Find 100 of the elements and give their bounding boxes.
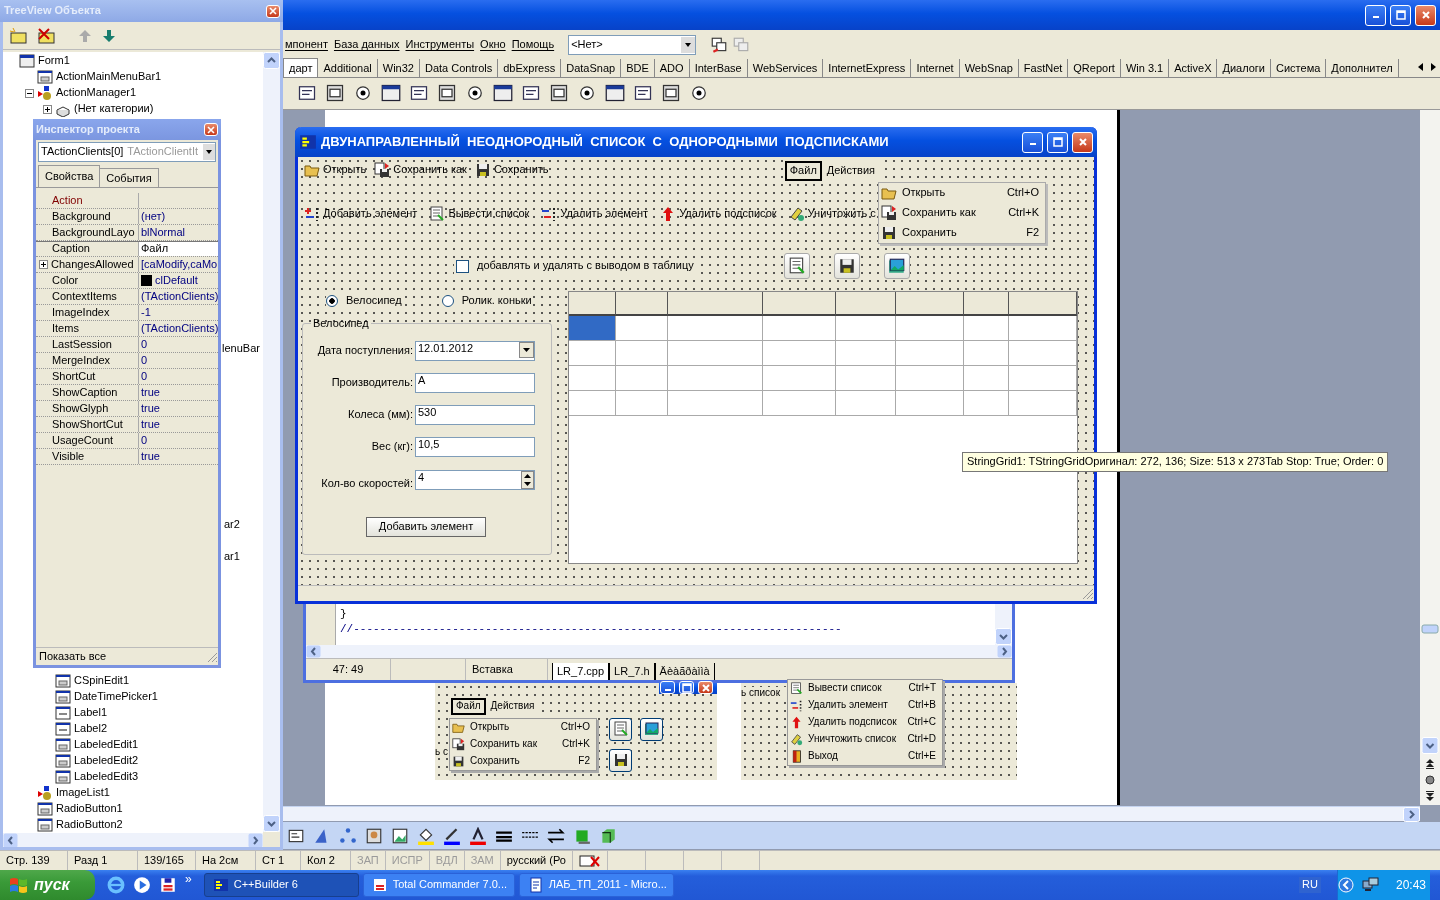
toolbar-button[interactable]: Сохранить как (372, 161, 469, 179)
fill-color-icon[interactable] (417, 826, 435, 845)
menu-item[interactable]: Окно (478, 38, 510, 52)
icon-button[interactable] (783, 253, 810, 279)
menu-item[interactable]: Помощь (509, 38, 559, 52)
menu-item[interactable]: Открыть Ctrl+O (450, 718, 596, 736)
tree-item[interactable]: Form1 (38, 54, 70, 68)
more-button[interactable]: » (185, 872, 192, 887)
tree-item[interactable]: LabeledEdit2 (74, 754, 139, 768)
grid-cell[interactable] (763, 391, 836, 416)
taskbar-button[interactable]: C++Builder 6 (203, 873, 359, 897)
property-row[interactable]: Visible true (36, 449, 218, 465)
palette-tab[interactable]: WebSnap (959, 59, 1019, 77)
input-field[interactable]: 10,5 (415, 437, 535, 458)
property-row[interactable]: ShortCut 0 (36, 369, 218, 385)
maximize-button[interactable] (1390, 4, 1411, 26)
property-row[interactable]: BackgroundLayo blNormal (36, 225, 218, 241)
tree-item[interactable]: RadioButton2 (56, 818, 123, 832)
expand-toggle[interactable] (39, 260, 48, 269)
line-color-icon[interactable] (443, 826, 461, 845)
grid-cell[interactable] (763, 341, 836, 366)
horizontal-scrollbar[interactable] (306, 645, 1012, 658)
tree-item[interactable]: CSpinEdit1 (74, 674, 130, 688)
close-button[interactable] (204, 123, 218, 136)
palette-tab[interactable]: Дополнител (1326, 59, 1399, 77)
close-button[interactable] (698, 681, 713, 694)
grid-cell[interactable] (668, 341, 763, 366)
combo-box[interactable]: <Нет> (568, 35, 697, 55)
icon-button[interactable] (609, 748, 632, 772)
scroll-right-icon[interactable] (1403, 807, 1420, 822)
property-row[interactable]: ShowCaption true (36, 385, 218, 401)
new-item-icon[interactable] (9, 26, 29, 45)
palette-tab[interactable]: InternetExpress (823, 59, 912, 77)
arrow-style-icon[interactable] (547, 826, 565, 845)
menu-item[interactable]: Уничтожить список Ctrl+D (788, 731, 942, 748)
spin-arrows-icon[interactable] (521, 471, 534, 490)
palette-tab[interactable]: Диалоги (1217, 59, 1271, 77)
menu-item[interactable]: Вывести список Ctrl+T (788, 680, 942, 697)
maximize-button[interactable] (679, 681, 694, 694)
property-row[interactable]: LastSession 0 (36, 337, 218, 353)
grid-cell[interactable] (1009, 366, 1077, 391)
tree-item[interactable]: ImageList1 (56, 786, 110, 800)
inspector-tab[interactable]: Свойства (38, 165, 101, 187)
three-d-icon[interactable] (599, 826, 617, 845)
component-icon[interactable] (577, 83, 597, 103)
previous-page-icon[interactable] (1424, 758, 1436, 770)
horizontal-scrollbar[interactable] (283, 806, 1420, 821)
scroll-right-icon[interactable] (248, 833, 263, 847)
language-indicator[interactable]: RU (1299, 877, 1321, 893)
icon-button[interactable] (833, 253, 860, 279)
property-row[interactable]: Background (нет) (36, 209, 218, 225)
horizontal-scrollbar[interactable] (3, 833, 263, 847)
vertical-scrollbar[interactable] (1420, 110, 1440, 805)
grid-cell[interactable] (763, 316, 836, 341)
tree-item[interactable]: ar1 (224, 550, 240, 564)
property-row[interactable]: Caption Файл (36, 241, 218, 257)
tree-item[interactable]: ActionManager1 (56, 86, 137, 100)
scroll-left-icon[interactable] (3, 833, 18, 847)
menu-item[interactable]: Открыть Ctrl+O (879, 183, 1045, 203)
palette-tab[interactable]: ActiveX (1169, 59, 1218, 77)
component-icon[interactable] (633, 83, 653, 103)
component-icon[interactable] (689, 83, 709, 103)
taskbar-button[interactable]: Total Commander 7.0... (362, 873, 515, 897)
scroll-down-icon[interactable] (995, 628, 1012, 645)
grid-cell[interactable] (1009, 341, 1077, 366)
property-row[interactable]: Items (TActionClients) (36, 321, 218, 337)
tree-item[interactable]: LabeledEdit3 (74, 770, 139, 784)
expand-toggle[interactable] (25, 88, 34, 98)
clipart-icon[interactable] (365, 826, 383, 845)
component-icon[interactable] (493, 83, 513, 103)
inspector-tab[interactable]: События (100, 168, 159, 187)
grid-cell[interactable] (569, 316, 616, 341)
toolbar-button[interactable]: Удалить подсписок (658, 205, 779, 223)
maximize-button[interactable] (1047, 131, 1068, 153)
toolbar-button[interactable]: Уничтожить с (786, 205, 878, 223)
grid-cell[interactable] (896, 341, 964, 366)
close-button[interactable] (266, 4, 280, 18)
component-icon[interactable] (465, 83, 485, 103)
font-color-icon[interactable] (469, 826, 487, 845)
expand-toggle[interactable] (43, 104, 52, 114)
delete-item-icon[interactable] (37, 26, 57, 45)
palette-tab[interactable]: FastNet (1018, 59, 1069, 77)
grid-cell[interactable] (836, 316, 896, 341)
grid-cell[interactable] (964, 316, 1009, 341)
component-icon[interactable] (521, 83, 541, 103)
grid-cell[interactable] (569, 366, 616, 391)
menu-item[interactable]: Действия (821, 161, 880, 181)
grid-cell[interactable] (964, 366, 1009, 391)
grid-cell[interactable] (836, 391, 896, 416)
component-icon[interactable] (605, 83, 625, 103)
floppy-icon[interactable] (159, 876, 177, 894)
object-selector[interactable]: TActionClients[0] TActionClientIt (38, 142, 216, 162)
palette-tab[interactable]: BDE (621, 59, 655, 77)
grid-cell[interactable] (896, 316, 964, 341)
vertical-scrollbar[interactable] (995, 604, 1012, 645)
grid-cell[interactable] (836, 366, 896, 391)
component-icon[interactable] (409, 83, 429, 103)
toolbar-button[interactable]: Открыть (302, 161, 369, 179)
grid-cell[interactable] (1009, 316, 1077, 341)
menu-item[interactable]: Файл (784, 161, 822, 181)
